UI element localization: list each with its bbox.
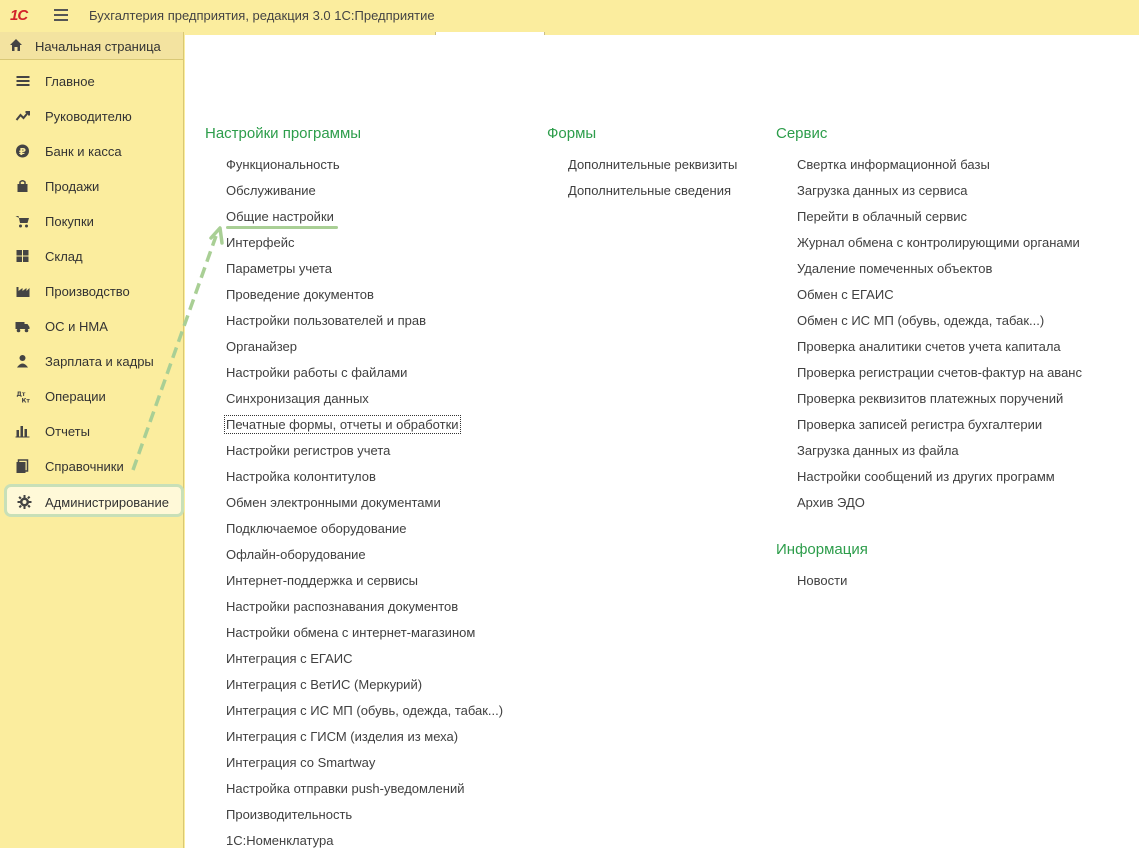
dt-kt-icon: ДтКт — [17, 391, 31, 404]
settings-link[interactable]: Интеграция с ВетИС (Меркурий) — [226, 677, 422, 692]
settings-link[interactable]: Интеграция с ИС МП (обувь, одежда, табак… — [226, 703, 503, 718]
sidebar-item-label: Отчеты — [45, 424, 90, 439]
bar-chart-icon — [15, 426, 30, 438]
service-link[interactable]: Проверка реквизитов платежных поручений — [797, 391, 1063, 406]
service-link[interactable]: Свертка информационной базы — [797, 157, 990, 172]
sidebar-item-label: Производство — [45, 284, 130, 299]
settings-link[interactable]: Интернет-поддержка и сервисы — [226, 573, 418, 588]
cart-icon — [15, 216, 29, 228]
forms-link[interactable]: Дополнительные реквизиты — [568, 157, 737, 172]
sidebar-item-3[interactable]: ₽ Банк и касса — [0, 133, 184, 168]
settings-link[interactable]: Интеграция с ГИСМ (изделия из меха) — [226, 729, 458, 744]
sidebar-item-label: Справочники — [45, 459, 124, 474]
sidebar-item-label: ОС и НМА — [45, 319, 108, 334]
settings-link[interactable]: Настройки пользователей и прав — [226, 313, 426, 328]
forms-link[interactable]: Дополнительные сведения — [568, 183, 731, 198]
settings-link[interactable]: Обслуживание — [226, 183, 316, 198]
section-title-info: Информация — [776, 541, 868, 558]
sidebar-item-label: Покупки — [45, 214, 94, 229]
sidebar-item-label: Зарплата и кадры — [45, 354, 154, 369]
sidebar-item-6[interactable]: Склад — [0, 238, 184, 273]
settings-link[interactable]: Настройка колонтитулов — [226, 469, 376, 484]
service-link[interactable]: Загрузка данных из файла — [797, 443, 959, 458]
info-link[interactable]: Новости — [797, 573, 847, 588]
sidebar-item-label: Продажи — [45, 179, 100, 194]
truck-icon — [15, 322, 30, 333]
main-menu-icon[interactable] — [54, 9, 68, 21]
sidebar-item-label: Банк и касса — [45, 144, 122, 159]
settings-link[interactable]: Подключаемое оборудование — [226, 521, 407, 536]
home-icon — [10, 39, 22, 51]
service-link[interactable]: Обмен с ЕГАИС — [797, 287, 894, 302]
sidebar-item-12[interactable]: Справочники — [0, 448, 184, 483]
sections-panel: Начальная страница Главное Руководителю ₽ Б… — [0, 32, 184, 848]
sidebar-item-9[interactable]: Зарплата и кадры — [0, 343, 184, 378]
bag-icon — [17, 180, 28, 192]
settings-link[interactable]: Офлайн-оборудование — [226, 547, 366, 562]
books-icon — [16, 459, 29, 473]
app-logo[interactable]: 1С — [10, 7, 28, 24]
sidebar-item-label: Руководителю — [45, 109, 132, 124]
sidebar-item-5[interactable]: Покупки — [0, 203, 184, 238]
sidebar-item-label: Администрирование — [45, 495, 169, 510]
settings-link[interactable]: Обмен электронными документами — [226, 495, 441, 510]
settings-link[interactable]: Синхронизация данных — [226, 391, 369, 406]
sidebar-item-1[interactable]: Главное — [0, 63, 184, 98]
service-link[interactable]: Журнал обмена с контролирующими органами — [797, 235, 1080, 250]
service-link[interactable]: Обмен с ИС МП (обувь, одежда, табак...) — [797, 313, 1044, 328]
person-icon — [17, 355, 28, 368]
service-link[interactable]: Загрузка данных из сервиса — [797, 183, 968, 198]
trend-icon — [15, 111, 30, 121]
settings-link[interactable]: Проведение документов — [226, 287, 374, 302]
service-link[interactable]: Проверка записей регистра бухгалтерии — [797, 417, 1042, 432]
sidebar-item-8[interactable]: ОС и НМА — [0, 308, 184, 343]
sidebar-item-7[interactable]: Производство — [0, 273, 184, 308]
sidebar-item-label: Операции — [45, 389, 106, 404]
sidebar-item-label: Склад — [45, 249, 83, 264]
list-icon — [16, 76, 30, 86]
sidebar-item-4[interactable]: Продажи — [0, 168, 184, 203]
sidebar-item-13[interactable]: Администрирование — [4, 484, 184, 517]
service-link[interactable]: Проверка регистрации счетов-фактур на ав… — [797, 365, 1082, 380]
home-page-button[interactable]: Начальная страница — [0, 32, 183, 60]
section-title-service: Сервис — [776, 125, 828, 142]
service-link[interactable]: Удаление помеченных объектов — [797, 261, 992, 276]
settings-link[interactable]: Функциональность — [226, 157, 340, 172]
title-bar: 1С Бухгалтерия предприятия, редакция 3.0… — [0, 0, 1139, 32]
service-link[interactable]: Перейти в облачный сервис — [797, 209, 967, 224]
app-title: Бухгалтерия предприятия, редакция 3.0 1С… — [89, 8, 435, 23]
settings-link[interactable]: Общие настройки — [226, 209, 334, 224]
ruble-icon: ₽ — [16, 144, 29, 158]
home-page-label: Начальная страница — [35, 39, 161, 54]
gear-icon — [17, 495, 32, 509]
settings-link[interactable]: Настройка отправки push-уведомлений — [226, 781, 464, 796]
settings-link[interactable]: Интерфейс — [226, 235, 294, 250]
settings-link[interactable]: Параметры учета — [226, 261, 332, 276]
settings-link[interactable]: Органайзер — [226, 339, 297, 354]
highlight-underline — [226, 226, 338, 229]
service-link[interactable]: Настройки сообщений из других программ — [797, 469, 1055, 484]
svg-text:Кт: Кт — [22, 398, 31, 404]
settings-link[interactable]: Настройки работы с файлами — [226, 365, 407, 380]
section-title-settings: Настройки программы — [205, 125, 362, 142]
settings-link[interactable]: Печатные формы, отчеты и обработки — [224, 415, 461, 434]
settings-link[interactable]: Настройки регистров учета — [226, 443, 390, 458]
settings-link[interactable]: 1С:Номенклатура — [226, 833, 333, 848]
sidebar-item-2[interactable]: Руководителю — [0, 98, 184, 133]
warehouse-icon — [16, 250, 29, 262]
sidebar-item-10[interactable]: Дт Кт Операции — [0, 378, 184, 413]
settings-link[interactable]: Настройки обмена с интернет-магазином — [226, 625, 475, 640]
sidebar-item-label: Главное — [45, 74, 95, 89]
settings-link[interactable]: Настройки распознавания документов — [226, 599, 458, 614]
sidebar-item-11[interactable]: Отчеты — [0, 413, 184, 448]
service-link[interactable]: Архив ЭДО — [797, 495, 865, 510]
settings-link[interactable]: Интеграция с ЕГАИС — [226, 651, 352, 666]
settings-link[interactable]: Интеграция со Smartway — [226, 755, 375, 770]
section-title-forms: Формы — [547, 125, 597, 142]
factory-icon — [16, 287, 30, 297]
svg-text:₽: ₽ — [19, 147, 26, 158]
settings-link[interactable]: Производительность — [226, 807, 352, 822]
service-link[interactable]: Проверка аналитики счетов учета капитала — [797, 339, 1061, 354]
